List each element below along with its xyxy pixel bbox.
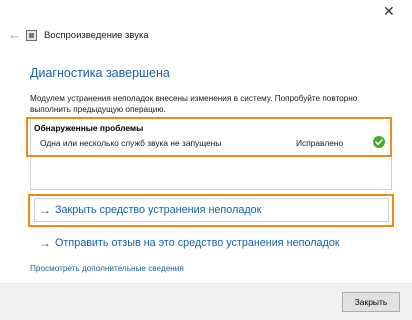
troubleshooter-window: ← Воспроизведение звука ✕ Диагностика за… bbox=[0, 0, 412, 320]
back-arrow-icon[interactable]: ← bbox=[8, 28, 21, 42]
send-feedback-link[interactable]: Отправить отзыв на это средство устранен… bbox=[55, 236, 340, 250]
page-title: Диагностика завершена bbox=[30, 66, 170, 80]
more-info-link[interactable]: Просмотреть дополнительные сведения bbox=[30, 264, 184, 273]
close-button[interactable]: Закрыть bbox=[342, 292, 400, 312]
check-circle-icon bbox=[373, 136, 385, 148]
result-description: Модулем устранения неполадок внесены изм… bbox=[30, 94, 358, 114]
arrow-right-icon: → bbox=[39, 236, 51, 250]
problem-item-text: Одна или несколько служб звука не запуще… bbox=[40, 138, 222, 148]
problem-item-status: Исправлено bbox=[296, 138, 344, 148]
app-icon bbox=[26, 30, 37, 41]
close-troubleshooter-link[interactable]: Закрыть средство устранения неполадок bbox=[55, 203, 261, 217]
window-title: Воспроизведение звука bbox=[44, 30, 149, 41]
arrow-right-icon: → bbox=[39, 203, 51, 217]
close-icon[interactable]: ✕ bbox=[383, 4, 395, 18]
title-bar: ← Воспроизведение звука ✕ bbox=[0, 0, 412, 44]
problems-header: Обнаруженные проблемы bbox=[34, 123, 144, 133]
